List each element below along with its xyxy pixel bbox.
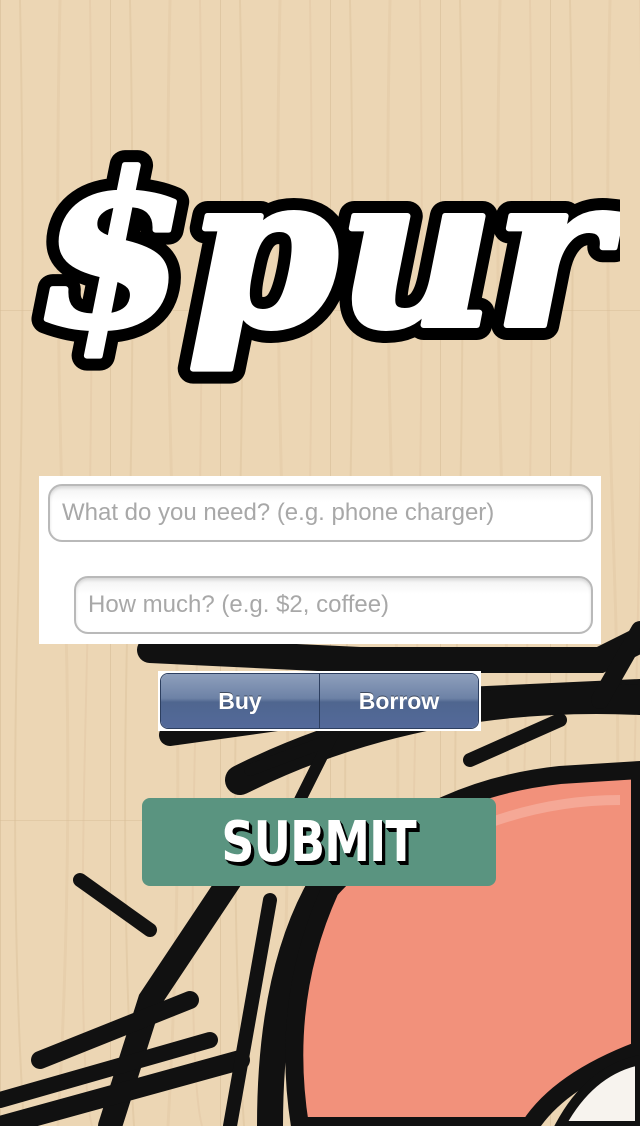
request-form [39, 476, 601, 644]
segment-buy[interactable]: Buy [161, 674, 319, 728]
spur-logo: $pur $pur [30, 113, 620, 390]
logo-text-fill: $pur [38, 128, 620, 375]
segment-borrow[interactable]: Borrow [319, 674, 478, 728]
amount-input[interactable] [74, 576, 593, 634]
need-input[interactable] [48, 484, 593, 542]
submit-button[interactable]: SUBMIT [142, 798, 496, 886]
submit-label: SUBMIT [221, 809, 417, 875]
buy-borrow-segmented-control: Buy Borrow [158, 671, 481, 731]
